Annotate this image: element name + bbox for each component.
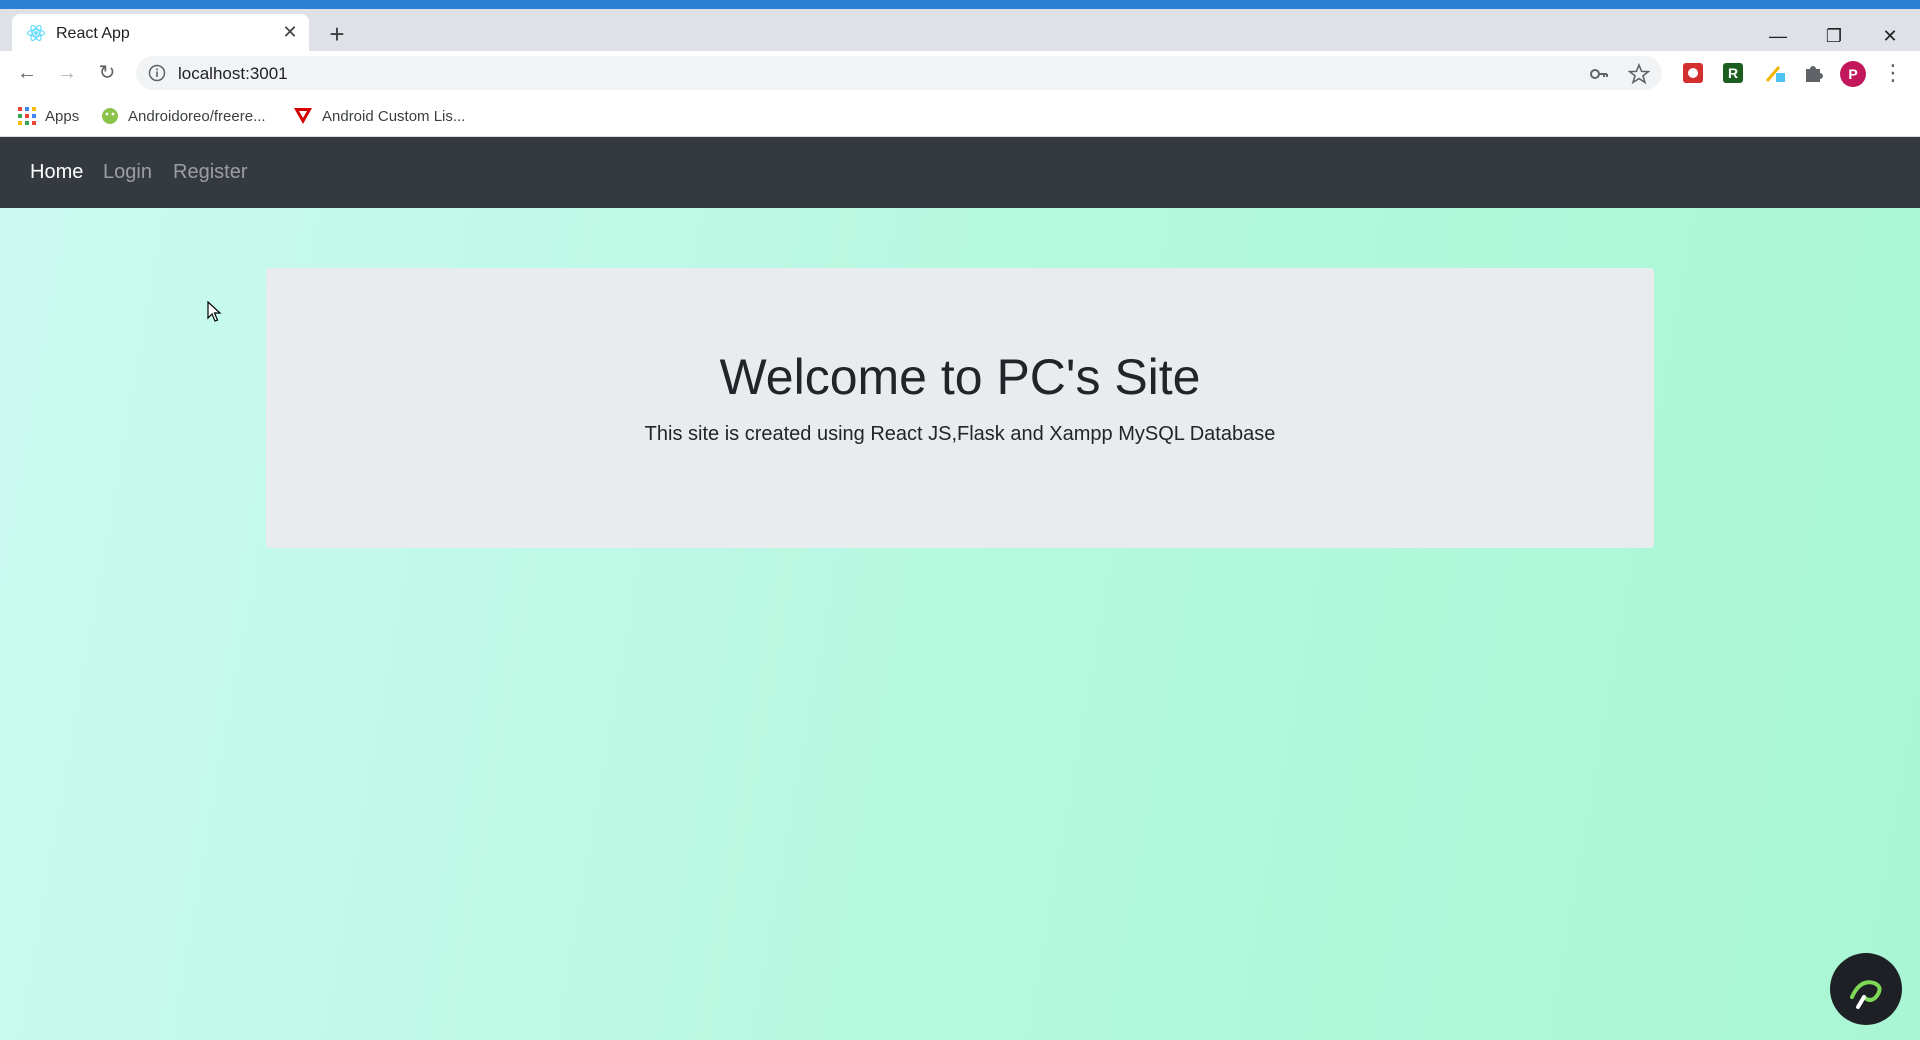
red-v-icon: [294, 108, 312, 124]
tab-title: React App: [56, 25, 130, 42]
forward-arrow-icon[interactable]: →: [53, 59, 81, 87]
page-subtitle: This site is created using React JS,Flas…: [644, 423, 1276, 445]
close-window-button[interactable]: ✕: [1862, 18, 1918, 54]
profile-avatar[interactable]: P: [1840, 61, 1866, 87]
page-content: Home Login Register Welcome to PC's Site…: [0, 137, 1920, 1040]
browser-tab[interactable]: React App ✕: [12, 14, 309, 51]
reload-icon[interactable]: ↻: [93, 59, 121, 87]
bookmark-label: Android Custom Lis...: [322, 107, 466, 125]
react-icon: [27, 25, 45, 41]
new-tab-button[interactable]: +: [322, 20, 352, 50]
bookmark-androidoreo[interactable]: Androidoreo/freere...: [101, 105, 266, 127]
url-text: localhost:3001: [178, 64, 288, 83]
bookmark-label: Apps: [45, 107, 80, 125]
bookmark-label: Androidoreo/freere...: [128, 107, 266, 125]
key-icon[interactable]: [1588, 63, 1610, 85]
nav-home[interactable]: Home: [30, 161, 83, 184]
site-navbar: Home Login Register: [0, 137, 1920, 208]
floating-action-button[interactable]: [1830, 953, 1902, 1025]
bookmark-android-custom[interactable]: Android Custom Lis...: [293, 105, 465, 127]
maximize-button[interactable]: ❐: [1806, 18, 1862, 54]
tab-bar: React App ✕ + — ❐ ✕: [0, 9, 1920, 51]
android-icon: [102, 108, 118, 124]
extension-red-icon[interactable]: [1681, 61, 1705, 85]
window-title-strip: [0, 0, 1920, 9]
bookmark-apps[interactable]: Apps: [18, 105, 79, 127]
address-bar[interactable]: localhost:3001: [136, 56, 1662, 90]
menu-dots-icon[interactable]: ⋮: [1882, 59, 1904, 87]
info-icon[interactable]: [148, 64, 166, 82]
browser-toolbar: ← → ↻ localhost:3001 R P ⋮: [0, 51, 1920, 95]
extension-pencil-icon[interactable]: [1763, 61, 1787, 85]
swirl-logo-icon: [1850, 980, 1882, 1009]
mouse-cursor-icon: [207, 301, 222, 322]
puzzle-icon[interactable]: [1801, 61, 1825, 85]
minimize-button[interactable]: —: [1750, 18, 1806, 54]
bookmarks-bar: Apps Androidoreo/freere... Android Custo…: [0, 95, 1920, 137]
jumbotron: Welcome to PC's Site This site is create…: [266, 268, 1654, 548]
extension-r-icon[interactable]: R: [1721, 61, 1745, 85]
nav-register[interactable]: Register: [173, 161, 247, 184]
star-icon[interactable]: [1628, 63, 1650, 85]
tab-close-icon[interactable]: ✕: [279, 21, 301, 43]
svg-text:R: R: [1728, 65, 1738, 81]
back-arrow-icon[interactable]: ←: [13, 59, 41, 87]
apps-grid-icon: [18, 107, 36, 125]
page-title: Welcome to PC's Site: [719, 349, 1201, 405]
nav-login[interactable]: Login: [103, 161, 152, 184]
